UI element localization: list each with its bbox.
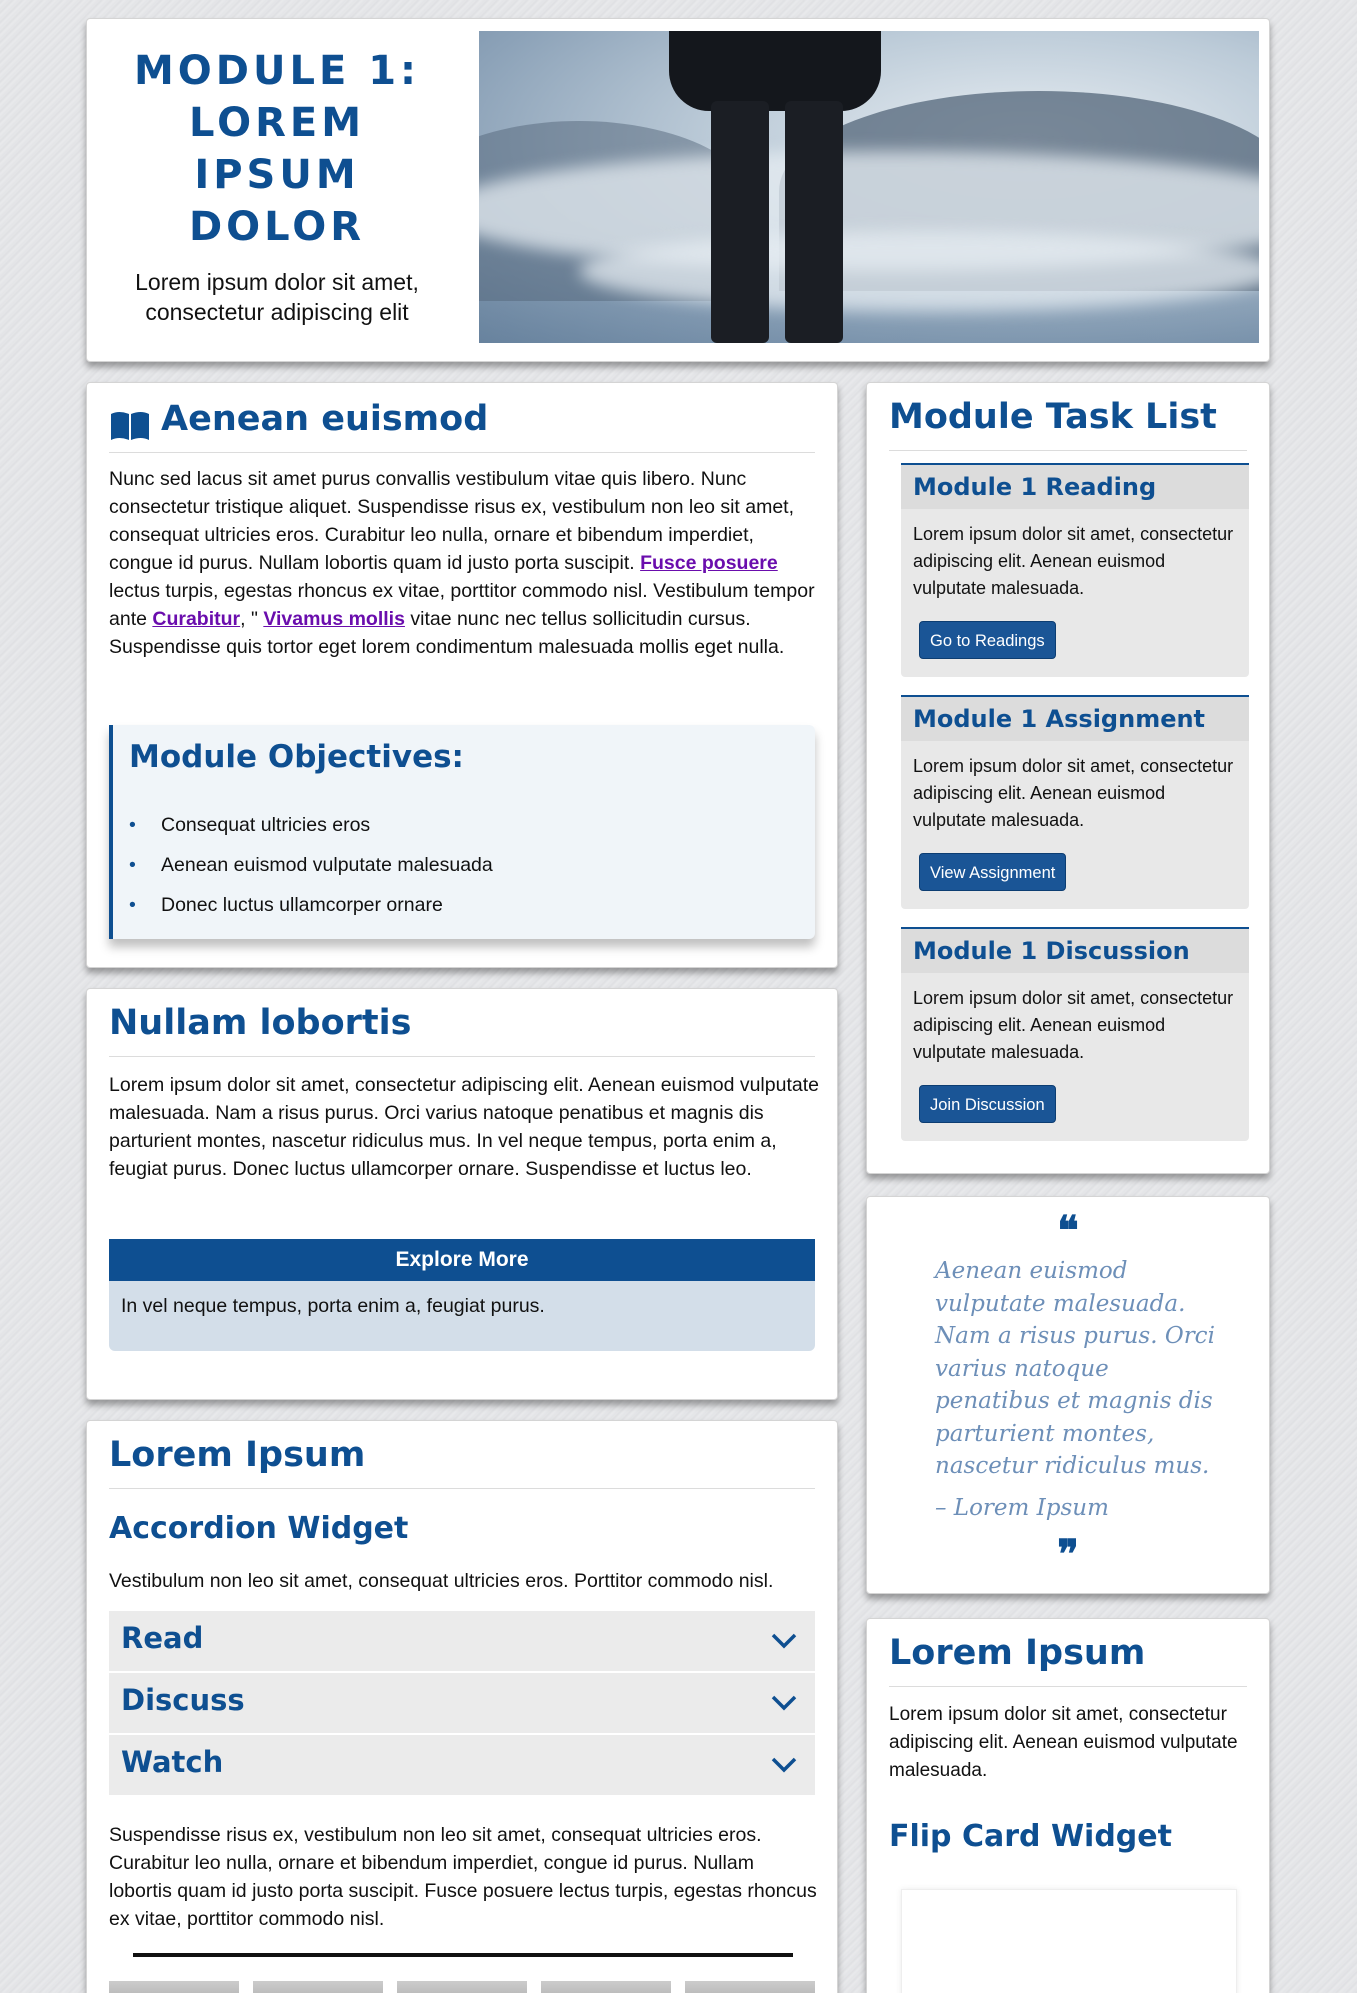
book-icon	[109, 407, 151, 440]
task-title: Module 1 Reading	[901, 465, 1249, 509]
objective-item: Aenean euismod vulputate malesuada	[129, 845, 493, 885]
nullam-card: Nullam lobortis Lorem ipsum dolor sit am…	[86, 988, 838, 1400]
task-title: Module 1 Assignment	[901, 697, 1249, 741]
explore-more-title: Explore More	[109, 1239, 815, 1281]
task-discussion: Module 1 Discussion Lorem ipsum dolor si…	[901, 927, 1249, 1141]
chevron-down-icon	[771, 1633, 797, 1649]
vivamus-mollis-link[interactable]: Vivamus mollis	[263, 608, 405, 630]
flip-card[interactable]	[901, 1889, 1237, 1993]
accordion-intro: Vestibulum non leo sit amet, consequat u…	[109, 1570, 774, 1592]
thumbnail-image	[397, 1981, 527, 1993]
lorem-heading: Lorem Ipsum	[109, 1431, 815, 1489]
lorem-side-heading: Lorem Ipsum	[889, 1629, 1247, 1687]
flip-card-heading: Flip Card Widget	[889, 1819, 1172, 1854]
accordion-item-watch[interactable]: Watch	[109, 1735, 815, 1797]
objective-item: Donec luctus ullamcorper ornare	[129, 885, 493, 925]
objectives-heading: Module Objectives:	[129, 739, 464, 775]
paragraph-text: , "	[240, 608, 264, 630]
nullam-heading: Nullam lobortis	[109, 999, 815, 1057]
explore-more-body: In vel neque tempus, porta enim a, feugi…	[121, 1295, 545, 1317]
module-banner: MODULE 1: LOREM IPSUM DOLOR Lorem ipsum …	[86, 18, 1270, 362]
thumbnail-image	[253, 1981, 383, 1993]
task-body: Lorem ipsum dolor sit amet, consectetur …	[913, 524, 1234, 598]
lorem-side-card: Lorem Ipsum Lorem ipsum dolor sit amet, …	[866, 1618, 1270, 1993]
curabitur-link[interactable]: Curabitur	[152, 608, 240, 630]
join-discussion-button[interactable]: Join Discussion	[919, 1085, 1056, 1123]
task-body: Lorem ipsum dolor sit amet, consectetur …	[913, 756, 1234, 830]
task-reading: Module 1 Reading Lorem ipsum dolor sit a…	[901, 463, 1249, 677]
quote-text: Aenean euismod vulputate malesuada. Nam …	[935, 1258, 1215, 1479]
view-assignment-button[interactable]: View Assignment	[919, 853, 1067, 891]
chevron-down-icon	[771, 1695, 797, 1711]
thumbnail-image	[685, 1981, 815, 1993]
thumbnail-image	[109, 1981, 239, 1993]
aenean-paragraph: Nunc sed lacus sit amet purus convallis …	[109, 465, 819, 661]
after-accordion-text: Suspendisse risus ex, vestibulum non leo…	[109, 1824, 817, 1930]
lorem-side-body: Lorem ipsum dolor sit amet, consectetur …	[889, 1704, 1238, 1781]
thumbnail-image	[541, 1981, 671, 1993]
hero-image	[479, 31, 1259, 343]
module-objectives: Module Objectives: Consequat ultricies e…	[109, 725, 815, 939]
task-list-card: Module Task List Module 1 Reading Lorem …	[866, 382, 1270, 1174]
close-quote-icon: ❞	[1057, 1531, 1079, 1578]
accordion-label: Read	[121, 1621, 204, 1655]
accordion: Read Discuss Watch	[109, 1611, 815, 1797]
go-to-readings-button[interactable]: Go to Readings	[919, 621, 1056, 659]
objective-item: Consequat ultricies eros	[129, 805, 493, 845]
nullam-paragraph: Lorem ipsum dolor sit amet, consectetur …	[109, 1074, 819, 1180]
task-title: Module 1 Discussion	[901, 929, 1249, 973]
objectives-list: Consequat ultricies eros Aenean euismod …	[129, 805, 493, 925]
task-body: Lorem ipsum dolor sit amet, consectetur …	[913, 988, 1234, 1062]
lorem-card: Lorem Ipsum Accordion Widget Vestibulum …	[86, 1420, 838, 1993]
accordion-label: Watch	[121, 1745, 224, 1779]
aenean-heading-row: Aenean euismod	[109, 395, 815, 453]
task-list-heading: Module Task List	[889, 393, 1247, 451]
quote-card: ❝ Aenean euismod vulputate malesuada. Na…	[866, 1196, 1270, 1594]
chevron-down-icon	[771, 1757, 797, 1773]
fusce-posuere-link[interactable]: Fusce posuere	[640, 552, 778, 574]
divider	[133, 1953, 793, 1957]
accordion-item-read[interactable]: Read	[109, 1611, 815, 1673]
module-subtitle: Lorem ipsum dolor sit amet, consectetur …	[135, 269, 419, 325]
explore-more-box: Explore More In vel neque tempus, porta …	[109, 1239, 815, 1351]
open-quote-icon: ❝	[1057, 1207, 1079, 1254]
accordion-heading: Accordion Widget	[109, 1511, 409, 1546]
module-title: MODULE 1: LOREM IPSUM DOLOR	[133, 48, 421, 250]
accordion-label: Discuss	[121, 1683, 245, 1717]
quote-author: – Lorem Ipsum	[935, 1495, 1109, 1521]
task-assignment: Module 1 Assignment Lorem ipsum dolor si…	[901, 695, 1249, 909]
accordion-item-discuss[interactable]: Discuss	[109, 1673, 815, 1735]
aenean-heading: Aenean euismod	[161, 399, 489, 439]
aenean-card: Aenean euismod Nunc sed lacus sit amet p…	[86, 382, 838, 968]
